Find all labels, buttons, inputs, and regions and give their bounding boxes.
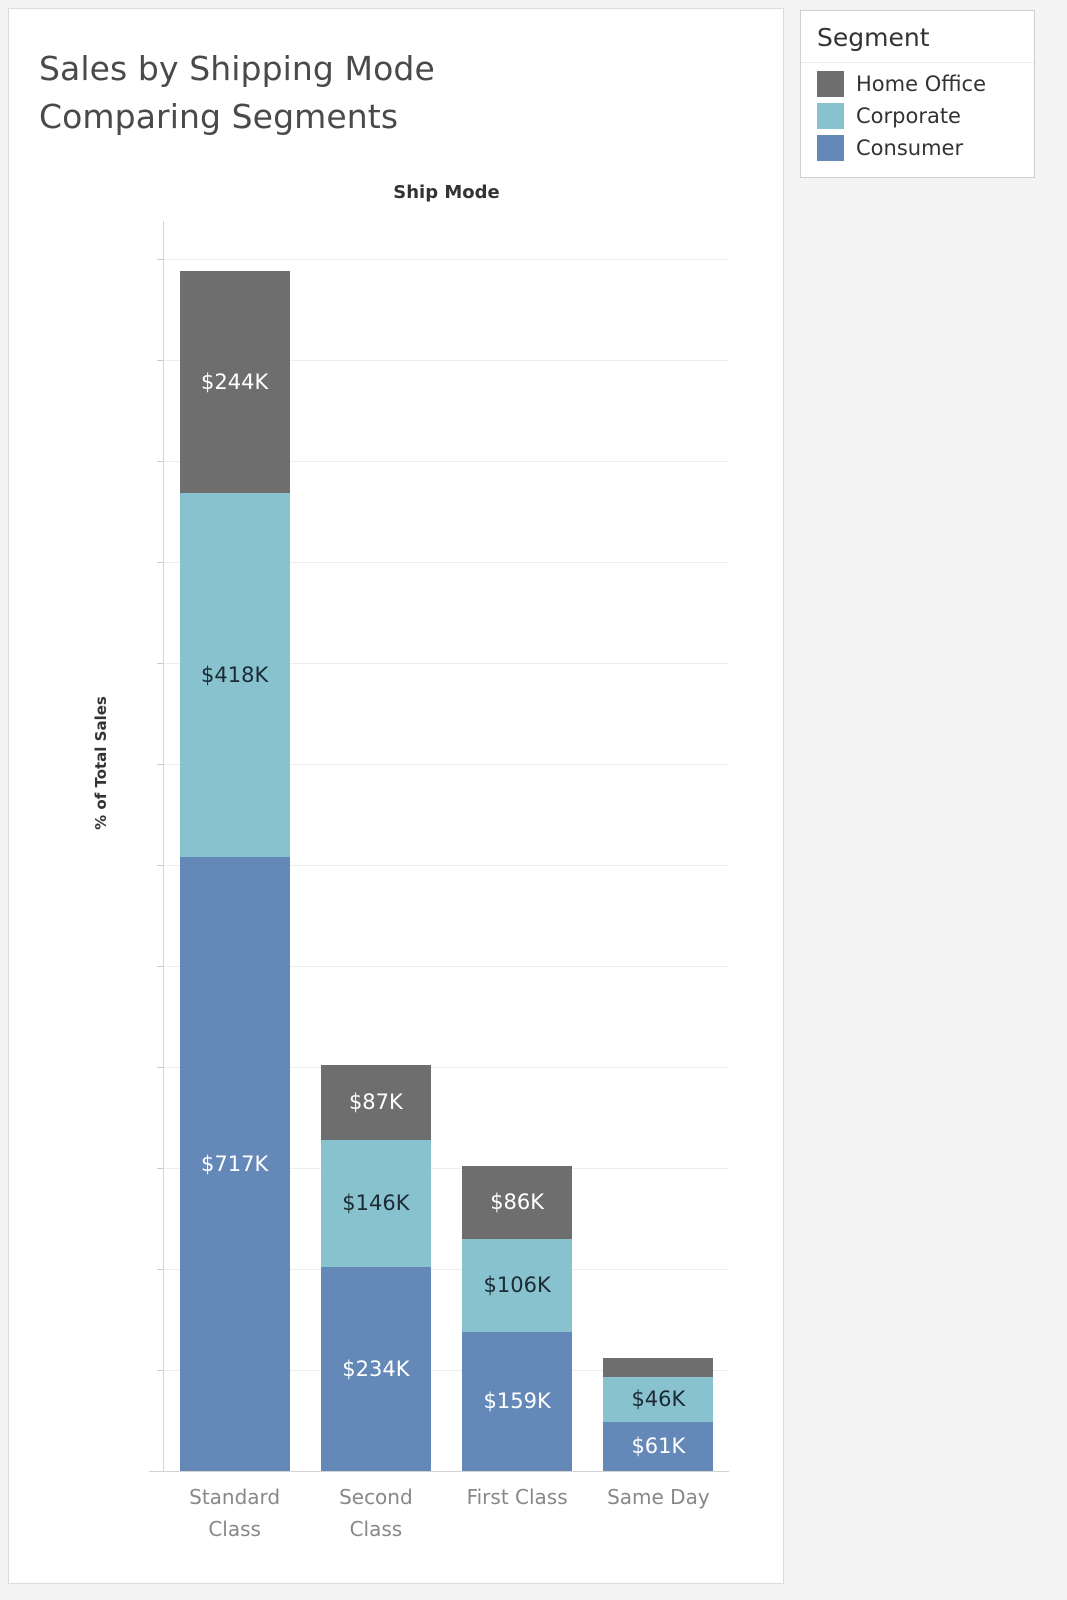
bar-value-label: $106K (483, 1273, 551, 1298)
x-axis-category-label: Standard Class (189, 1485, 281, 1541)
bar-stack[interactable]: $61K $46K (603, 221, 714, 1471)
bar-segment[interactable]: $234K (320, 1266, 431, 1471)
legend-item[interactable]: Corporate (817, 103, 1034, 129)
legend-item-label: Corporate (856, 104, 961, 128)
bar-value-label: $244K (201, 370, 269, 395)
bar-segment[interactable]: $106K (462, 1238, 573, 1332)
legend-item[interactable]: Consumer (817, 135, 1034, 161)
bar-value-label: $717K (201, 1151, 269, 1176)
bar-segment[interactable]: $46K (603, 1377, 714, 1422)
bar-segment[interactable]: $244K (179, 271, 290, 494)
x-axis-title: Ship Mode (393, 182, 500, 203)
chart-panel: Sales by Shipping Mode Comparing Segment… (8, 8, 784, 1584)
bar-value-label: $159K (483, 1389, 551, 1414)
chart-screenshot: Sales by Shipping Mode Comparing Segment… (0, 0, 1067, 1600)
legend-swatch-icon (817, 103, 844, 129)
legend-item[interactable]: Home Office (817, 71, 1034, 97)
bar-stack[interactable]: $234K $146K $87K (320, 221, 431, 1471)
bar-segment[interactable]: $146K (320, 1139, 431, 1267)
legend-title: Segment (801, 11, 1034, 63)
plot-area: $717K $418K $244K $234K $146K $87K $159K $106K $… (164, 221, 729, 1471)
legend-items: Home Office Corporate Consumer (801, 63, 1034, 177)
bar-value-label: $234K (342, 1356, 410, 1381)
page-title: Sales by Shipping Mode Comparing Segment… (39, 49, 435, 136)
bar-value-label: $61K (631, 1434, 686, 1459)
x-axis-category-label: Same Day (607, 1485, 710, 1509)
bar-value-label: $86K (490, 1190, 545, 1215)
y-axis-title: % of Total Sales (92, 696, 110, 830)
x-axis-category-label: Second Class (339, 1485, 413, 1541)
bar-value-label: $87K (348, 1090, 403, 1115)
legend-swatch-icon (817, 71, 844, 97)
bar-stack[interactable]: $717K $418K $244K (179, 221, 290, 1471)
bar-segment[interactable]: $61K (603, 1421, 714, 1471)
bar-segment[interactable] (603, 1357, 714, 1378)
x-axis-line (149, 1471, 729, 1472)
bar-segment[interactable]: $159K (462, 1331, 573, 1471)
legend-item-label: Consumer (856, 136, 964, 160)
bar-stack[interactable]: $159K $106K $86K (462, 221, 573, 1471)
legend-swatch-icon (817, 135, 844, 161)
bar-value-label: $46K (631, 1387, 686, 1412)
bar-value-label: $146K (342, 1191, 410, 1216)
bar-segment[interactable]: $717K (179, 856, 290, 1471)
legend-panel: Segment Home Office Corporate Consumer (800, 10, 1035, 178)
legend-item-label: Home Office (856, 72, 986, 96)
bar-value-label: $418K (201, 663, 269, 688)
bar-segment[interactable]: $86K (462, 1165, 573, 1239)
x-axis-category-label: First Class (466, 1485, 568, 1509)
bar-segment[interactable]: $418K (179, 493, 290, 857)
bar-segment[interactable]: $87K (320, 1065, 431, 1140)
